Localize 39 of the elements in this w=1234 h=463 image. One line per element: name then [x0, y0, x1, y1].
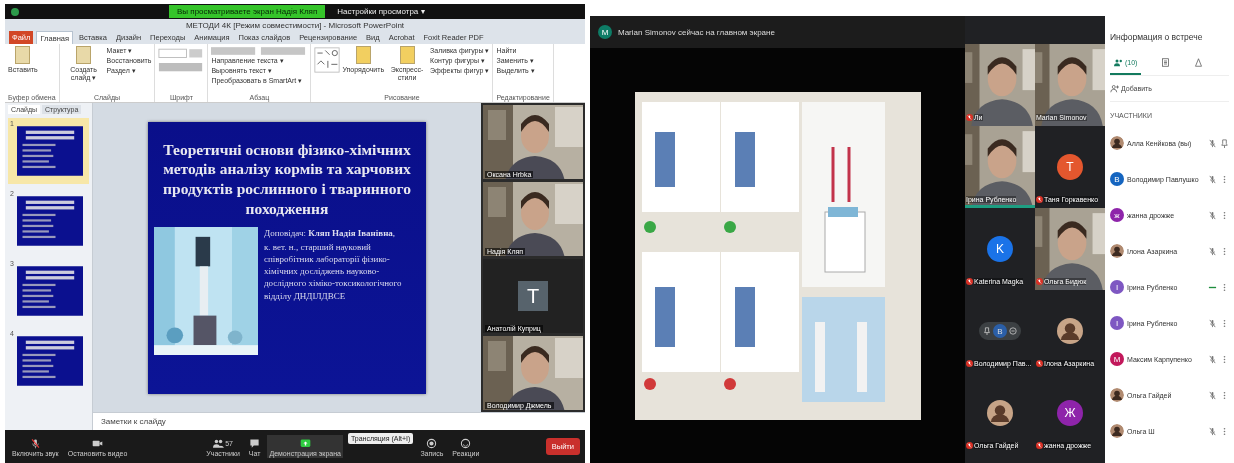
avatar-silhouette-icon: [1110, 136, 1124, 150]
avatar-initial: І: [1110, 316, 1124, 330]
share-banner: Вы просматриваете экран Надія Кляп: [169, 5, 326, 18]
avatar-initial: T: [1057, 154, 1083, 180]
avatar-initial: K: [987, 236, 1013, 262]
chat-icon: [249, 437, 261, 449]
avatar-silhouette-icon: [1110, 424, 1124, 438]
avatar-initial: І: [1110, 280, 1124, 294]
people-icon: [213, 437, 225, 449]
record-icon: [426, 437, 438, 449]
avatar-silhouette-icon: [1110, 244, 1124, 258]
window-title: МЕТОДИ 4К [Режим совместимости] - Microsoft PowerPoint: [185, 20, 405, 30]
notes-field[interactable]: Заметки к слайду: [93, 412, 585, 430]
avatar-initial: В: [1110, 172, 1124, 186]
pin-icon[interactable]: [983, 327, 991, 335]
share-screen-icon: [299, 437, 311, 449]
shapes-icon: [1194, 58, 1204, 67]
slide-title: Теоретичні основи фізико-хімічних методів аналізу кормів та харчових продуктів рослинного і тваринного походження: [162, 139, 412, 219]
avatar-silhouette-icon: [1110, 388, 1124, 402]
avatar-initial: Ж: [1057, 400, 1083, 426]
avatar-initial: ж: [1110, 208, 1124, 222]
avatar-silhouette-icon: [1057, 315, 1083, 347]
panel-title: Информация о встрече: [1110, 32, 1204, 42]
add-person-icon: [1110, 84, 1119, 93]
avatar-initial: В: [993, 324, 1007, 338]
smile-icon: [460, 437, 472, 449]
muted-mic-icon: [29, 437, 41, 449]
avatar-initial: М: [1110, 352, 1124, 366]
presenter-notice: Marian Simonov сейчас на главном экране: [618, 27, 775, 37]
pin-icon[interactable]: [1220, 138, 1229, 148]
speaker-details: к. вет. н., старший науковий співробітник лабораторії фізико-хімічних досліджень науково-дослідного хіміко-токсикологічного відділу ДНДІЛДВСЕ: [264, 240, 403, 302]
view-options-button[interactable]: Настройки просмотра ▾: [337, 7, 425, 16]
avatar-silhouette-icon: [987, 397, 1013, 429]
remove-icon[interactable]: [1009, 327, 1017, 335]
presenter-avatar: M: [598, 25, 612, 39]
speaker-text: Доповідач: Кляп Надія Іванівна,: [264, 226, 397, 239]
avatar-initial: T: [518, 281, 548, 311]
chat-icon: [1161, 58, 1171, 67]
people-icon: [1114, 58, 1123, 67]
